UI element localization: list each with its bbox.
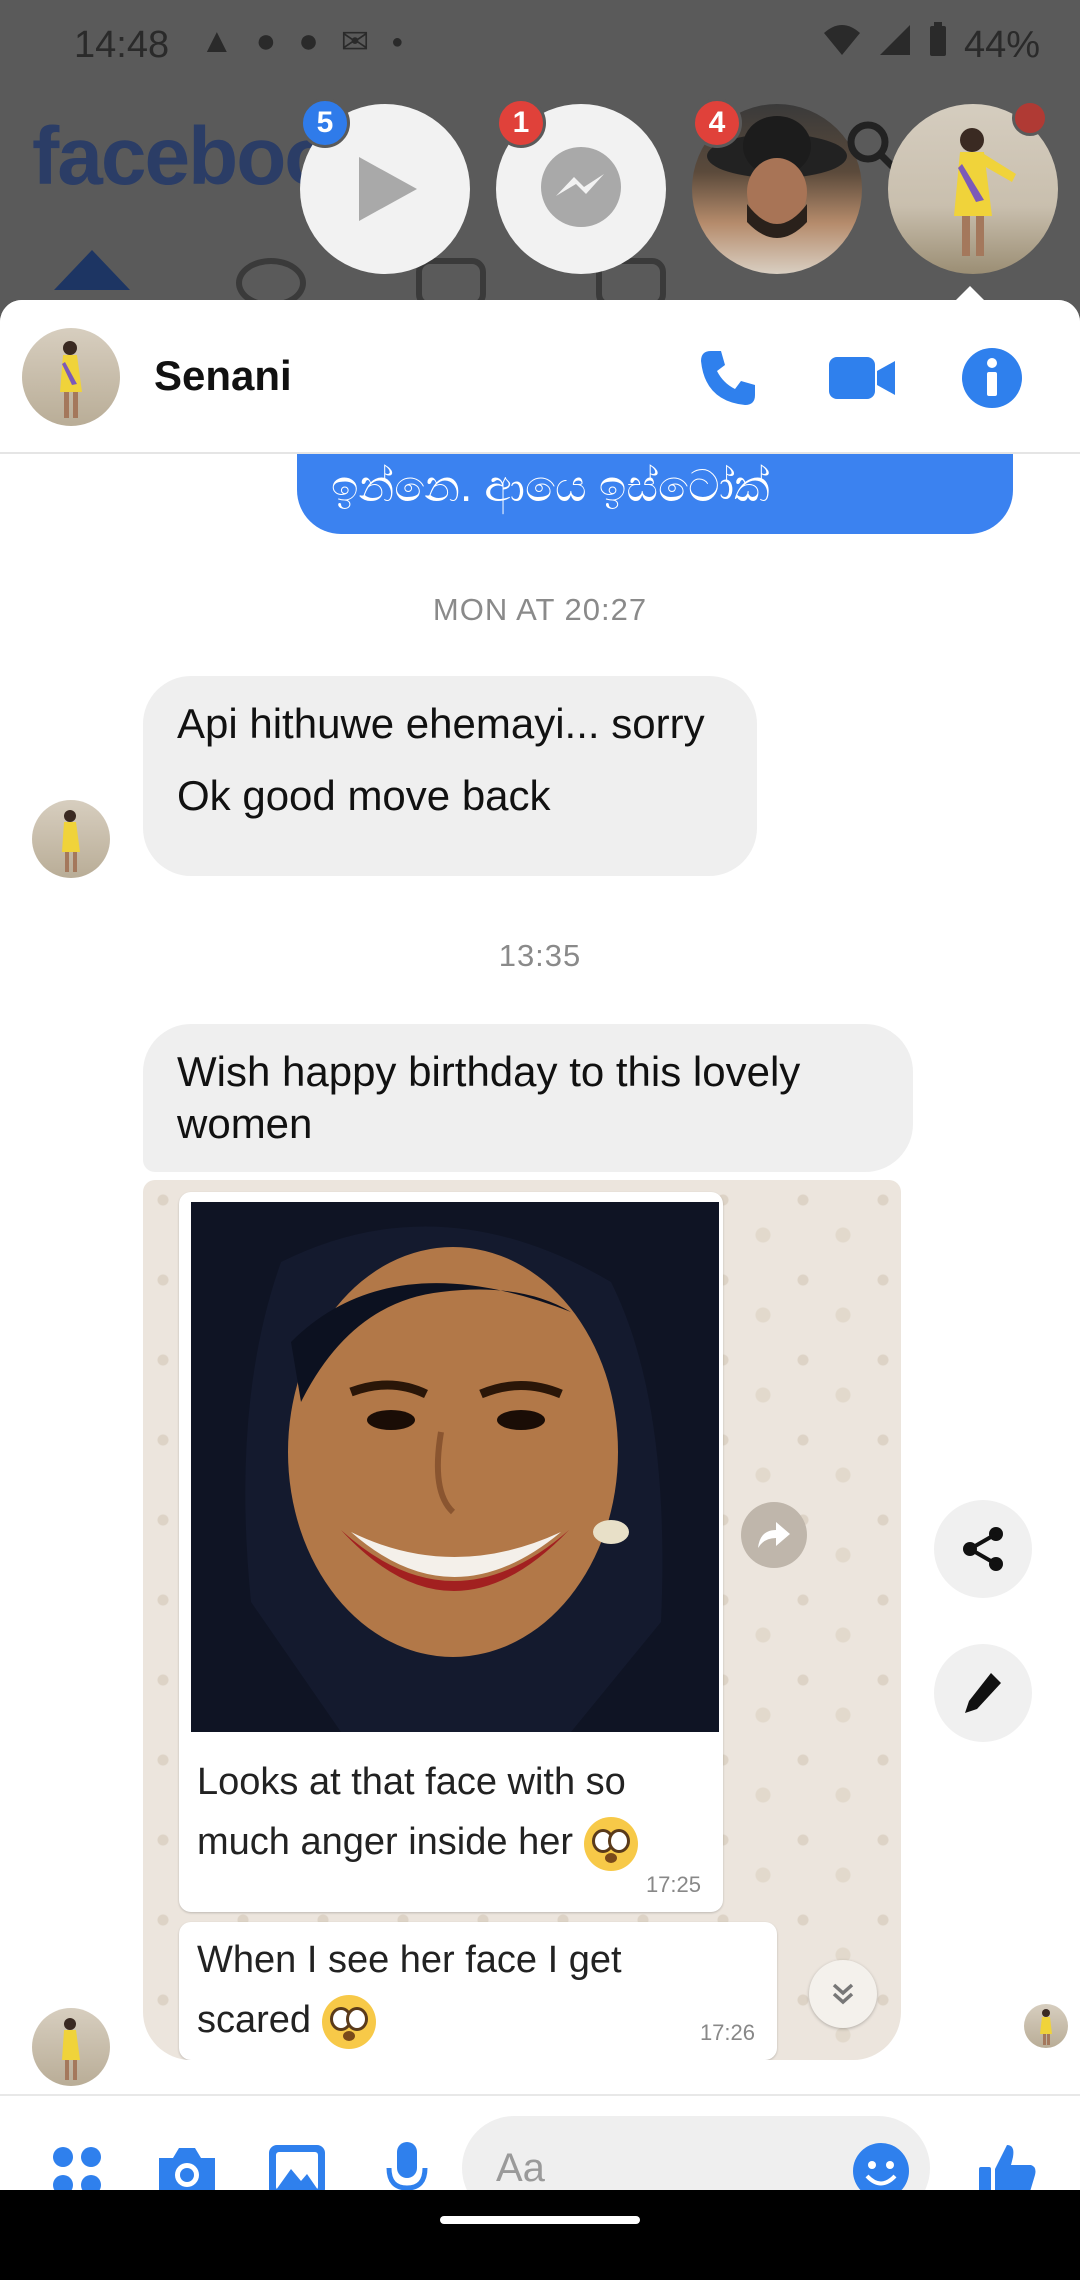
message-line: Ok good move back <box>177 772 551 819</box>
incoming-message[interactable]: Api hithuwe ehemayi... sorry Ok good mov… <box>143 676 757 876</box>
video-camera-icon <box>829 357 895 399</box>
flushed-face-emoji <box>321 1994 376 2049</box>
home-icon <box>54 250 130 290</box>
info-icon <box>962 348 1022 408</box>
chat-head-video[interactable]: 5 <box>300 98 470 274</box>
forward-icon <box>741 1502 807 1568</box>
facebook-notification-icon: ● <box>255 22 277 60</box>
messenger-icon <box>541 147 621 227</box>
screenshot-message-card: When I see her face I get scared 17:26 <box>179 1922 777 2060</box>
home-gesture-pill[interactable] <box>440 2216 640 2224</box>
play-icon <box>359 157 417 221</box>
warning-icon: ▲ <box>200 22 234 60</box>
messenger-notification-icon: ● <box>298 22 319 60</box>
status-time: 14:48 <box>74 24 170 66</box>
chat-header: Senani <box>0 300 1080 454</box>
image-caption: When I see her face I get scared <box>197 1930 667 2050</box>
image-attachment[interactable]: Looks at that face with so much anger in… <box>143 1180 901 2060</box>
chat-head-messenger[interactable]: 1 <box>496 98 666 274</box>
chat-head-contact[interactable]: 4 <box>692 98 862 274</box>
status-bar: 14:48 ▲ ● ● ✉ ● 44% <box>0 0 1080 90</box>
share-icon <box>963 1527 1003 1571</box>
notification-icons: ▲ ● ● ✉ ● <box>200 22 403 62</box>
message-list[interactable]: ඉන්නෙ. ආයෙ ඉස්ටෝක් MON AT 20:27 Api hith… <box>0 374 1080 2094</box>
info-button[interactable] <box>954 340 1030 416</box>
chat-head-active-contact[interactable] <box>888 100 1058 274</box>
chat-head-badge <box>1012 100 1048 136</box>
flushed-face-emoji <box>583 1816 638 1871</box>
chat-panel: Senani ඉන්නෙ. ආයෙ ඉස්ටෝක් MON AT 20:27 A… <box>0 300 1080 2280</box>
phone-icon <box>701 351 755 405</box>
signal-icon <box>878 23 912 67</box>
wifi-icon <box>822 23 862 67</box>
chat-head-badge: 1 <box>496 98 546 148</box>
message-line: Api hithuwe ehemayi... sorry <box>177 700 705 747</box>
edit-button[interactable] <box>934 1644 1032 1742</box>
pencil-icon <box>965 1673 1001 1713</box>
call-button[interactable] <box>690 340 766 416</box>
sender-avatar <box>32 800 110 878</box>
share-button[interactable] <box>934 1500 1032 1598</box>
chat-head-badge: 5 <box>300 98 350 148</box>
more-dot-icon: ● <box>391 31 404 53</box>
timestamp: 13:35 <box>498 938 582 973</box>
scroll-down-icon <box>809 1960 877 2028</box>
message-time: 17:25 <box>645 1872 701 1897</box>
screenshot-message-card: Looks at that face with so much anger in… <box>179 1192 723 1912</box>
mail-notification-icon: ✉ <box>340 23 370 61</box>
image-caption: Looks at that face with so much anger in… <box>197 1752 697 1872</box>
system-nav-bar <box>0 2190 1080 2280</box>
contact-avatar[interactable] <box>22 328 120 426</box>
portrait-photo <box>191 1202 719 1732</box>
battery-icon <box>928 22 948 68</box>
battery-percent: 44% <box>963 23 1040 66</box>
sender-avatar <box>32 2008 110 2086</box>
incoming-message[interactable]: Wish happy birthday to this lovely women <box>143 1024 913 1172</box>
video-call-button[interactable] <box>824 340 900 416</box>
message-time: 17:26 <box>699 2020 755 2045</box>
timestamp: MON AT 20:27 <box>432 592 648 627</box>
read-receipt-avatar <box>1024 2004 1068 2048</box>
contact-name[interactable]: Senani <box>154 352 292 400</box>
status-right: 44% <box>822 22 1040 68</box>
chat-head-badge: 4 <box>692 98 742 148</box>
